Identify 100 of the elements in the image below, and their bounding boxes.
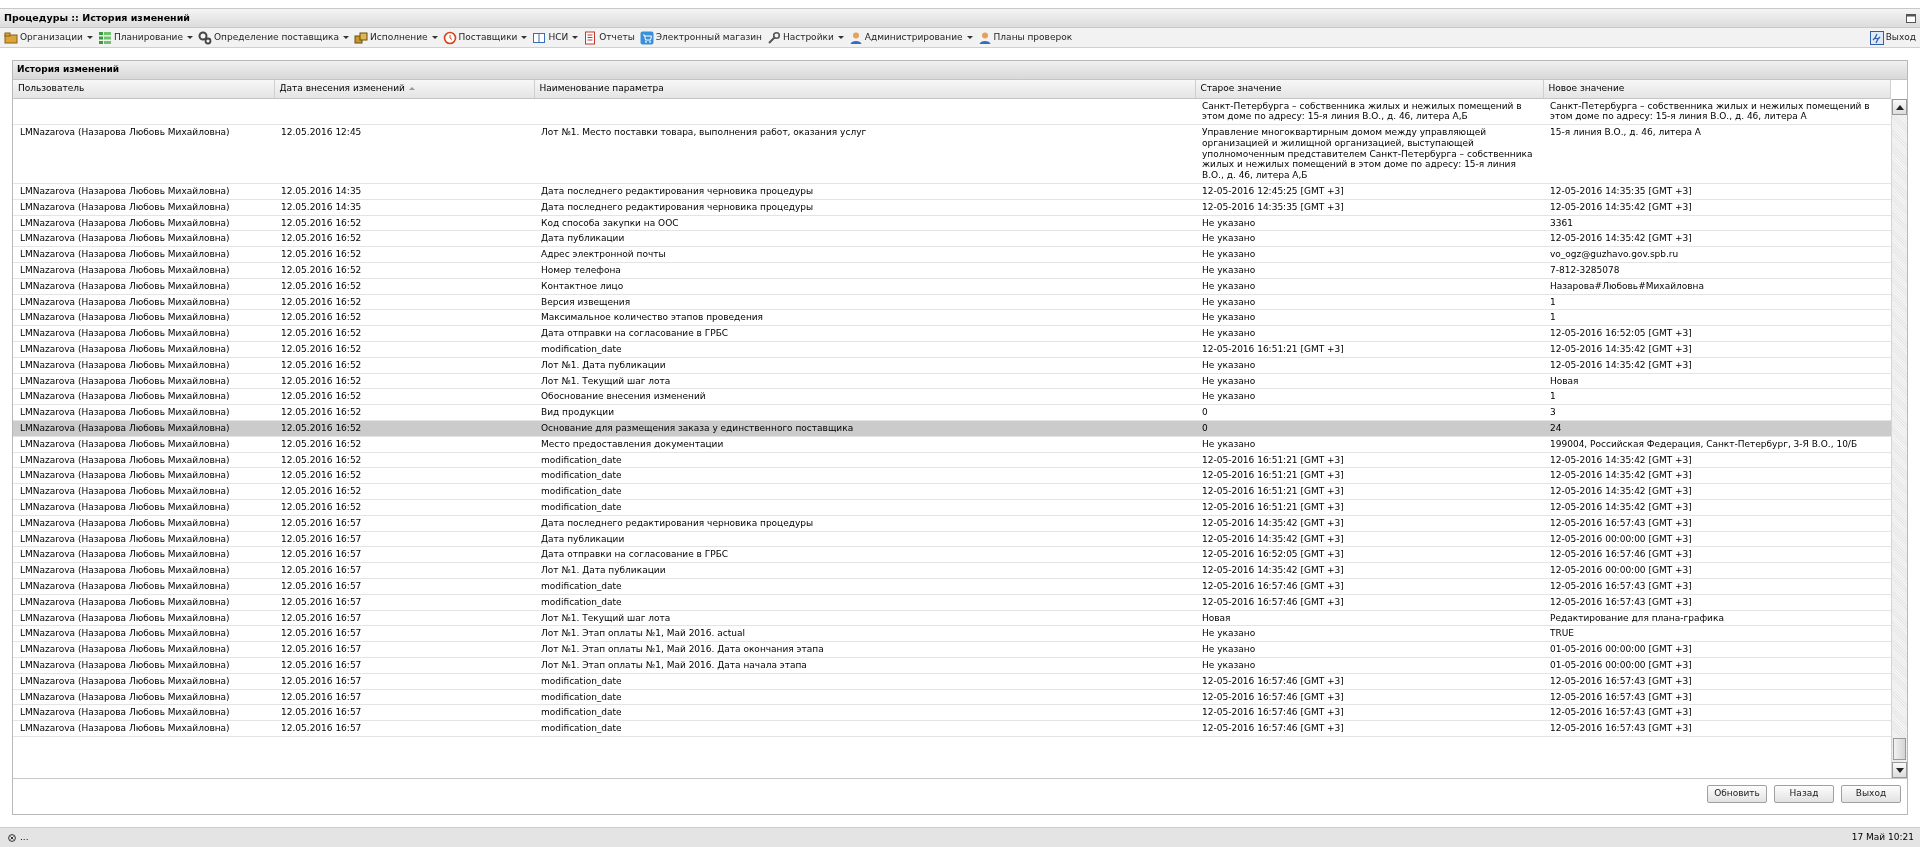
action-button[interactable]: Назад (1774, 785, 1834, 803)
table-cell: 1 (1550, 391, 1556, 402)
table-cell: 12.05.2016 16:52 (281, 438, 362, 449)
column-header[interactable]: Пользователь (13, 80, 274, 98)
column-header[interactable]: Дата внесения изменений (274, 80, 534, 98)
table-cell: 12.05.2016 12:45 (281, 127, 362, 138)
table-cell: Основание для размещения заказа у единственного поставщика (541, 423, 854, 434)
table-cell: Обоснование внесения изменений (541, 391, 706, 402)
person-icon (848, 30, 863, 45)
scrollbar-thumb[interactable] (1893, 738, 1906, 760)
table-cell: 15-я линия В.О., д. 46, литера А (1550, 127, 1702, 138)
table-cell: LMNazarova (Назарова Любовь Михайловна) (20, 707, 230, 718)
table-cell: LMNazarova (Назарова Любовь Михайловна) (20, 328, 230, 339)
table-cell: Не указано (1202, 359, 1256, 370)
scrollbar[interactable] (1891, 99, 1907, 778)
table-cell: 12-05-2016 16:57:46 [GMT +3] (1202, 596, 1344, 607)
table-cell: Санкт-Петербурга – собственника жилых и нежилых помещений в этом доме по адресу: 15-я линия В.О., д. 46, литера А,Б (1202, 100, 1522, 122)
table-cell: modification_date (541, 675, 622, 686)
table-cell: vo_ogz@guzhavo.gov.spb.ru (1550, 249, 1679, 260)
menu-item[interactable]: Настройки (766, 30, 844, 45)
table-cell: 12-05-2016 14:35:35 [GMT +3] (1202, 201, 1344, 212)
table-cell: 12.05.2016 16:52 (281, 375, 362, 386)
status-icon (8, 833, 16, 842)
table-cell: Не указано (1202, 265, 1256, 276)
menu-item[interactable]: Организации (4, 30, 93, 45)
exit-link[interactable]: Выход (1869, 30, 1916, 45)
table-cell: LMNazarova (Назарова Любовь Михайловна) (20, 723, 230, 734)
table-cell: 12-05-2016 16:57:46 [GMT +3] (1202, 723, 1344, 734)
table-cell: LMNazarova (Назарова Любовь Михайловна) (20, 675, 230, 686)
table-cell: 12.05.2016 16:52 (281, 265, 362, 276)
folder-icon (4, 30, 18, 45)
column-header[interactable]: Старое значение (1195, 80, 1543, 98)
table-cell: modification_date (541, 486, 622, 497)
window-title: Процедуры :: История изменений (4, 10, 190, 25)
table-cell: Лот №1. Дата публикации (541, 565, 666, 576)
table-cell: 0 (1202, 407, 1208, 418)
table-cell: LMNazarova (Назарова Любовь Михайловна) (20, 391, 230, 402)
table-cell: Новая (1550, 375, 1579, 386)
column-header[interactable]: Новое значение (1543, 80, 1891, 98)
table-cell: LMNazarova (Назарова Любовь Михайловна) (20, 201, 230, 212)
column-header[interactable]: Наименование параметра (534, 80, 1195, 98)
person-icon (977, 30, 992, 45)
table-cell: 12.05.2016 16:57 (281, 612, 362, 623)
table-cell: 12-05-2016 14:35:35 [GMT +3] (1550, 186, 1692, 197)
table-cell: 12.05.2016 16:57 (281, 723, 362, 734)
table-cell: 12.05.2016 16:52 (281, 312, 362, 323)
menu-item[interactable]: Администрирование (848, 30, 973, 45)
menu-item[interactable]: Поставщики (442, 30, 528, 45)
status-text: ... (20, 830, 29, 844)
table-cell: 12.05.2016 16:52 (281, 423, 362, 434)
table-cell: 3361 (1550, 217, 1573, 228)
table-cell: 12.05.2016 16:57 (281, 565, 362, 576)
table-cell: Лот №1. Этап оплаты №1, Май 2016. actual (541, 628, 745, 639)
table-cell: Не указано (1202, 328, 1256, 339)
table-cell: Максимальное количество этапов проведения (541, 312, 764, 323)
scroll-down-icon[interactable] (1895, 767, 1904, 773)
document-icon (583, 30, 598, 45)
table-cell: Не указано (1202, 644, 1256, 655)
table-cell: 12-05-2016 16:52:05 [GMT +3] (1202, 549, 1344, 560)
table-cell: LMNazarova (Назарова Любовь Михайловна) (20, 517, 230, 528)
menu-item[interactable]: Определение поставщика (198, 30, 350, 45)
table-cell: Не указано (1202, 233, 1256, 244)
exit-icon (1869, 30, 1884, 45)
table-cell: LMNazarova (Назарова Любовь Михайловна) (20, 359, 230, 370)
table-cell: modification_date (541, 596, 622, 607)
table-cell: Не указано (1202, 280, 1256, 291)
table-cell: 12.05.2016 16:52 (281, 391, 362, 402)
table-cell: LMNazarova (Назарова Любовь Михайловна) (20, 691, 230, 702)
table-cell: 12-05-2016 14:35:42 [GMT +3] (1550, 201, 1692, 212)
table-cell: 12.05.2016 16:57 (281, 596, 362, 607)
table-cell: 0 (1202, 423, 1208, 434)
table-cell: 12-05-2016 00:00:00 [GMT +3] (1550, 533, 1692, 544)
menu-item[interactable]: Электронный магазин (639, 30, 762, 45)
menu-item[interactable]: НСИ (532, 30, 579, 45)
action-button[interactable]: Выход (1841, 785, 1901, 803)
table-cell: Адрес электронной почты (541, 249, 666, 260)
maximize-icon[interactable] (1906, 13, 1916, 23)
scroll-up-icon[interactable] (1895, 104, 1904, 110)
table-cell: 12-05-2016 16:57:46 [GMT +3] (1202, 581, 1344, 591)
table-cell: Не указано (1202, 217, 1256, 228)
menu-item[interactable]: Планирование (97, 30, 193, 45)
table-cell: 12-05-2016 16:51:21 [GMT +3] (1202, 486, 1344, 497)
table-cell: LMNazarova (Назарова Любовь Михайловна) (20, 565, 230, 576)
table-cell: LMNazarova (Назарова Любовь Михайловна) (20, 186, 230, 197)
table-cell: 12.05.2016 16:52 (281, 217, 362, 228)
table-cell: 01-05-2016 00:00:00 [GMT +3] (1550, 644, 1692, 655)
table-cell: 12-05-2016 16:57:43 [GMT +3] (1550, 707, 1692, 718)
table-cell: 12-05-2016 16:57:43 [GMT +3] (1550, 596, 1692, 607)
table-cell: 12.05.2016 16:57 (281, 549, 362, 560)
table-cell: modification_date (541, 502, 622, 512)
table-cell: modification_date (541, 707, 622, 718)
menu-item[interactable]: Исполнение (354, 30, 438, 45)
menu-item[interactable]: Планы проверок (977, 30, 1073, 45)
table-cell: 12-05-2016 14:35:42 [GMT +3] (1550, 344, 1692, 355)
table-cell: 12.05.2016 16:52 (281, 486, 362, 497)
table-cell: 12.05.2016 16:52 (281, 407, 362, 418)
menu-item[interactable]: Отчеты (583, 30, 635, 45)
action-button[interactable]: Обновить (1707, 785, 1767, 803)
clock-icon (442, 30, 457, 45)
table-cell: 12.05.2016 16:52 (281, 454, 362, 465)
